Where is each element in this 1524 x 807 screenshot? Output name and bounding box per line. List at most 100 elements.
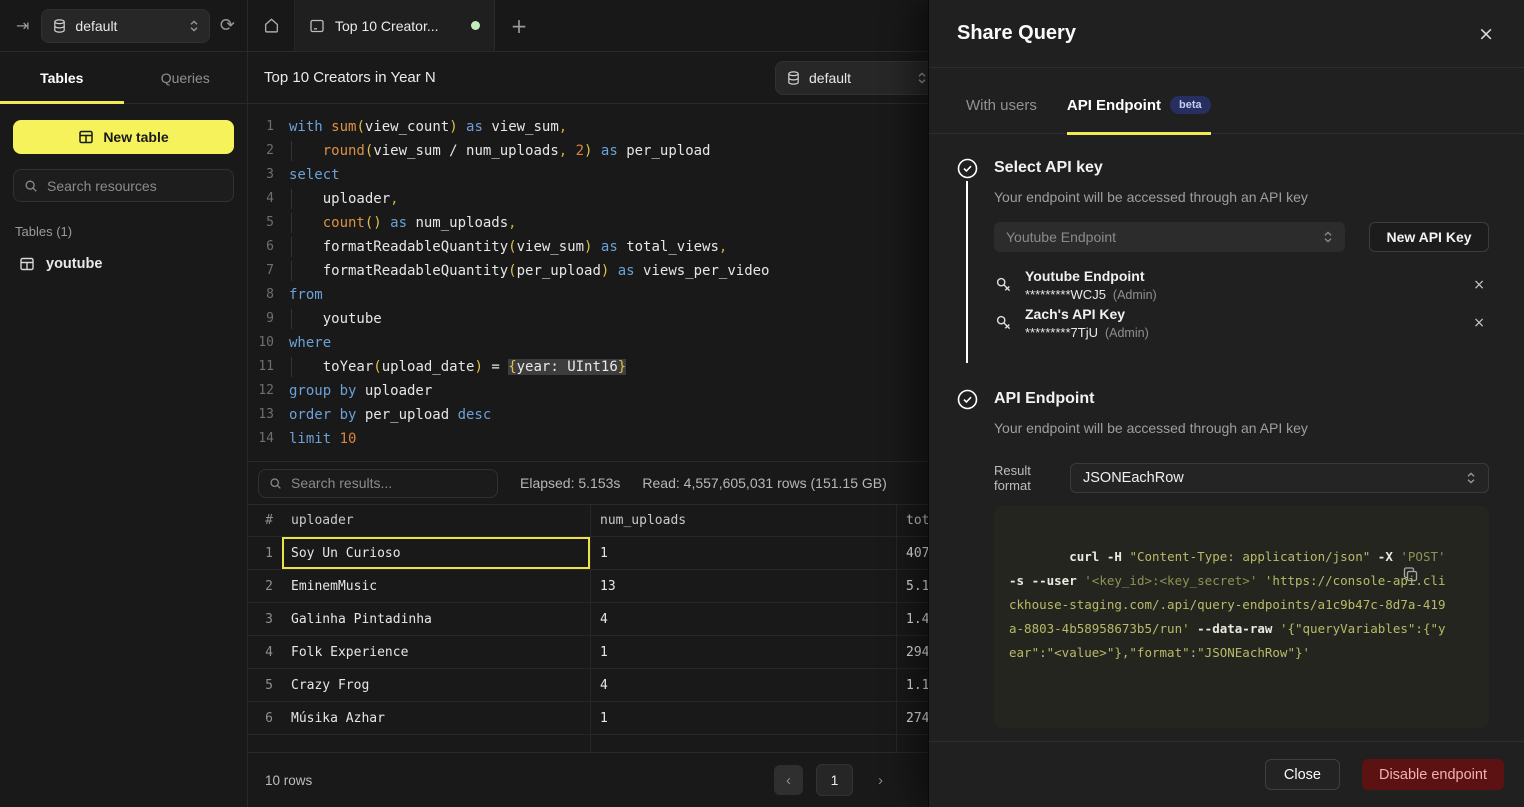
cell-row-number[interactable]: 4	[248, 636, 282, 668]
cell-uploader[interactable]: Músika Azhar	[282, 702, 591, 734]
cell-num-uploads[interactable]: 1	[591, 537, 897, 569]
cell-num-uploads[interactable]: 1	[591, 636, 897, 668]
table-row[interactable]: 2EminemMusic135.1	[248, 570, 928, 603]
panel-content: Select API key Your endpoint will be acc…	[929, 134, 1524, 741]
table-row[interactable]: 5Crazy Frog41.1	[248, 669, 928, 702]
cell-row-number[interactable]: 2	[248, 570, 282, 602]
code-text: uploader,	[289, 187, 399, 211]
table-row[interactable]: 3Galinha Pintadinha41.4	[248, 603, 928, 636]
editor-line[interactable]: 10where	[248, 331, 928, 355]
editor-line[interactable]: 3select	[248, 163, 928, 187]
close-icon[interactable]: ×	[1478, 23, 1494, 45]
home-button[interactable]	[248, 0, 295, 51]
code-text: with sum(view_count) as view_sum,	[289, 115, 567, 139]
cell-uploader[interactable]: Folk Experience	[282, 636, 591, 668]
query-database-selector[interactable]: default	[775, 61, 928, 95]
editor-line[interactable]: 7 formatReadableQuantity(per_upload) as …	[248, 259, 928, 283]
tab-api-endpoint[interactable]: API Endpoint beta	[1067, 96, 1211, 133]
line-number: 10	[248, 331, 274, 355]
editor-line[interactable]: 6 formatReadableQuantity(view_sum) as to…	[248, 235, 928, 259]
line-number: 6	[248, 235, 274, 259]
sql-editor[interactable]: 1with sum(view_count) as view_sum,2 roun…	[248, 104, 928, 461]
resource-search-input[interactable]	[47, 178, 223, 194]
cell-total-views[interactable]: 294	[897, 636, 928, 668]
cell-row-number[interactable]: 5	[248, 669, 282, 701]
cell-uploader[interactable]: Soy Un Curioso	[282, 537, 591, 569]
sidebar-toggle-icon[interactable]: ⇥	[16, 16, 29, 35]
disable-endpoint-button[interactable]: Disable endpoint	[1362, 759, 1504, 790]
resource-search[interactable]	[13, 169, 234, 202]
query-tab[interactable]: Top 10 Creator...	[295, 0, 495, 51]
remove-key-icon[interactable]: ×	[1473, 315, 1485, 331]
table-row[interactable]: 1Soy Un Curioso1407	[248, 537, 928, 570]
tab-with-users[interactable]: With users	[966, 97, 1037, 133]
cell-total-views[interactable]: 1.1	[897, 669, 928, 701]
remove-key-icon[interactable]: ×	[1473, 277, 1485, 293]
editor-line[interactable]: 5 count() as num_uploads,	[248, 211, 928, 235]
editor-line[interactable]: 12group by uploader	[248, 379, 928, 403]
new-api-key-button[interactable]: New API Key	[1369, 222, 1489, 252]
table-row[interactable]: 6Músika Azhar1274	[248, 702, 928, 735]
next-page-button[interactable]: ›	[866, 765, 895, 795]
editor-line[interactable]: 13order by per_upload desc	[248, 403, 928, 427]
terminal-icon	[309, 18, 325, 34]
cell-row-number[interactable]: 6	[248, 702, 282, 734]
cell-row-number[interactable]: 3	[248, 603, 282, 635]
editor-line[interactable]: 1with sum(view_count) as view_sum,	[248, 115, 928, 139]
editor-line[interactable]: 8from	[248, 283, 928, 307]
database-selector[interactable]: default	[41, 9, 210, 43]
step2-description: Your endpoint will be accessed through a…	[994, 420, 1489, 436]
code-text: order by per_upload desc	[289, 403, 491, 427]
line-number: 4	[248, 187, 274, 211]
cell-uploader[interactable]: Crazy Frog	[282, 669, 591, 701]
api-key-row[interactable]: Zach's API Key *********7TjU(Admin) ×	[994, 305, 1489, 341]
panel-tabs: With users API Endpoint beta	[929, 68, 1524, 134]
results-search[interactable]	[258, 469, 498, 498]
cell-num-uploads[interactable]: 4	[591, 669, 897, 701]
cell-total-views[interactable]: 5.1	[897, 570, 928, 602]
api-key-masked: *********7TjU(Admin)	[1025, 325, 1149, 340]
editor-line[interactable]: 11 toYear(upload_date) = {year: UInt16}	[248, 355, 928, 379]
column-header-num-uploads[interactable]: num_uploads	[591, 505, 897, 536]
refresh-icon[interactable]: ⟳	[220, 15, 235, 36]
copy-icon[interactable]	[1402, 518, 1477, 631]
cell-num-uploads[interactable]: 4	[591, 603, 897, 635]
editor-line[interactable]: 4 uploader,	[248, 187, 928, 211]
editor-line[interactable]: 14limit 10	[248, 427, 928, 451]
key-icon	[994, 275, 1014, 295]
code-text: select	[289, 163, 340, 187]
column-header-uploader[interactable]: uploader	[282, 505, 591, 536]
current-page[interactable]: 1	[816, 764, 853, 796]
panel-header: Share Query ×	[929, 0, 1524, 68]
cell-uploader[interactable]: EminemMusic	[282, 570, 591, 602]
topbar-left: ⇥ default ⟳	[0, 0, 248, 51]
cell-row-number[interactable]: 1	[248, 537, 282, 569]
result-format-dropdown[interactable]: JSONEachRow	[1070, 463, 1489, 493]
step-body: Select API key Your endpoint will be acc…	[994, 158, 1489, 365]
editor-line[interactable]: 2 round(view_sum / num_uploads, 2) as pe…	[248, 139, 928, 163]
curl-command-text[interactable]: curl -H "Content-Type: application/json"…	[1009, 549, 1453, 660]
tab-tables[interactable]: Tables	[0, 52, 124, 103]
step-select-api-key: Select API key Your endpoint will be acc…	[957, 158, 1489, 365]
prev-page-button[interactable]: ‹	[774, 765, 803, 795]
editor-line[interactable]: 9 youtube	[248, 307, 928, 331]
cell-num-uploads[interactable]: 13	[591, 570, 897, 602]
sidebar-item-youtube[interactable]: youtube	[13, 254, 234, 274]
cell-total-views[interactable]: 407	[897, 537, 928, 569]
api-keys-list: Youtube Endpoint *********WCJ5(Admin) × …	[994, 267, 1489, 341]
close-button[interactable]: Close	[1265, 759, 1340, 790]
table-row[interactable]: 4Folk Experience1294	[248, 636, 928, 669]
api-key-row[interactable]: Youtube Endpoint *********WCJ5(Admin) ×	[994, 267, 1489, 303]
api-key-dropdown[interactable]: Youtube Endpoint	[994, 222, 1345, 252]
code-text: round(view_sum / num_uploads, 2) as per_…	[289, 139, 711, 163]
cell-uploader[interactable]: Galinha Pintadinha	[282, 603, 591, 635]
new-table-button[interactable]: New table	[13, 120, 234, 154]
column-header-total[interactable]: tot	[897, 505, 928, 536]
cell-total-views[interactable]: 1.4	[897, 603, 928, 635]
code-text: youtube	[289, 307, 382, 331]
tab-queries[interactable]: Queries	[124, 52, 248, 103]
cell-total-views[interactable]: 274	[897, 702, 928, 734]
cell-num-uploads[interactable]: 1	[591, 702, 897, 734]
new-tab-button[interactable]: +	[495, 0, 543, 51]
results-search-input[interactable]	[291, 475, 487, 491]
